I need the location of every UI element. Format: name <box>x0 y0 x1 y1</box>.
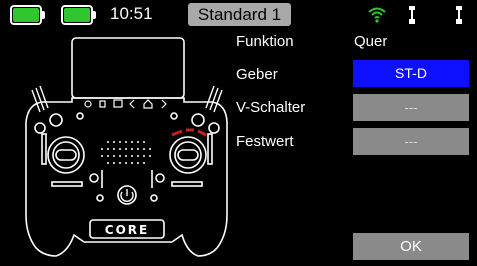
antenna-icon <box>409 6 415 24</box>
function-label: Funktion <box>236 33 294 50</box>
tx-screen <box>71 37 185 99</box>
virtual-switch-select-button[interactable]: --- <box>353 94 469 121</box>
function-value: Quer <box>354 33 388 50</box>
status-bar: 10:51 Standard 1 <box>0 0 477 30</box>
core-logo: CORE <box>105 223 149 237</box>
model-name-button[interactable]: Standard 1 <box>188 3 291 26</box>
control-label: Geber <box>236 66 278 83</box>
battery-icon <box>10 5 45 25</box>
fixed-value-label: Festwert <box>236 133 294 150</box>
control-select-button[interactable]: ST-D <box>353 60 469 87</box>
wifi-signal-icon <box>368 7 386 23</box>
virtual-switch-label: V-Schalter <box>236 99 306 116</box>
ok-button[interactable]: OK <box>353 233 469 260</box>
fixed-value-select-button[interactable]: --- <box>353 128 469 155</box>
transmitter-illustration: CORE <box>25 37 228 257</box>
active-control-highlight <box>171 128 207 137</box>
battery-icon <box>61 5 96 25</box>
clock: 10:51 <box>110 4 153 23</box>
antenna-icon <box>456 6 462 24</box>
